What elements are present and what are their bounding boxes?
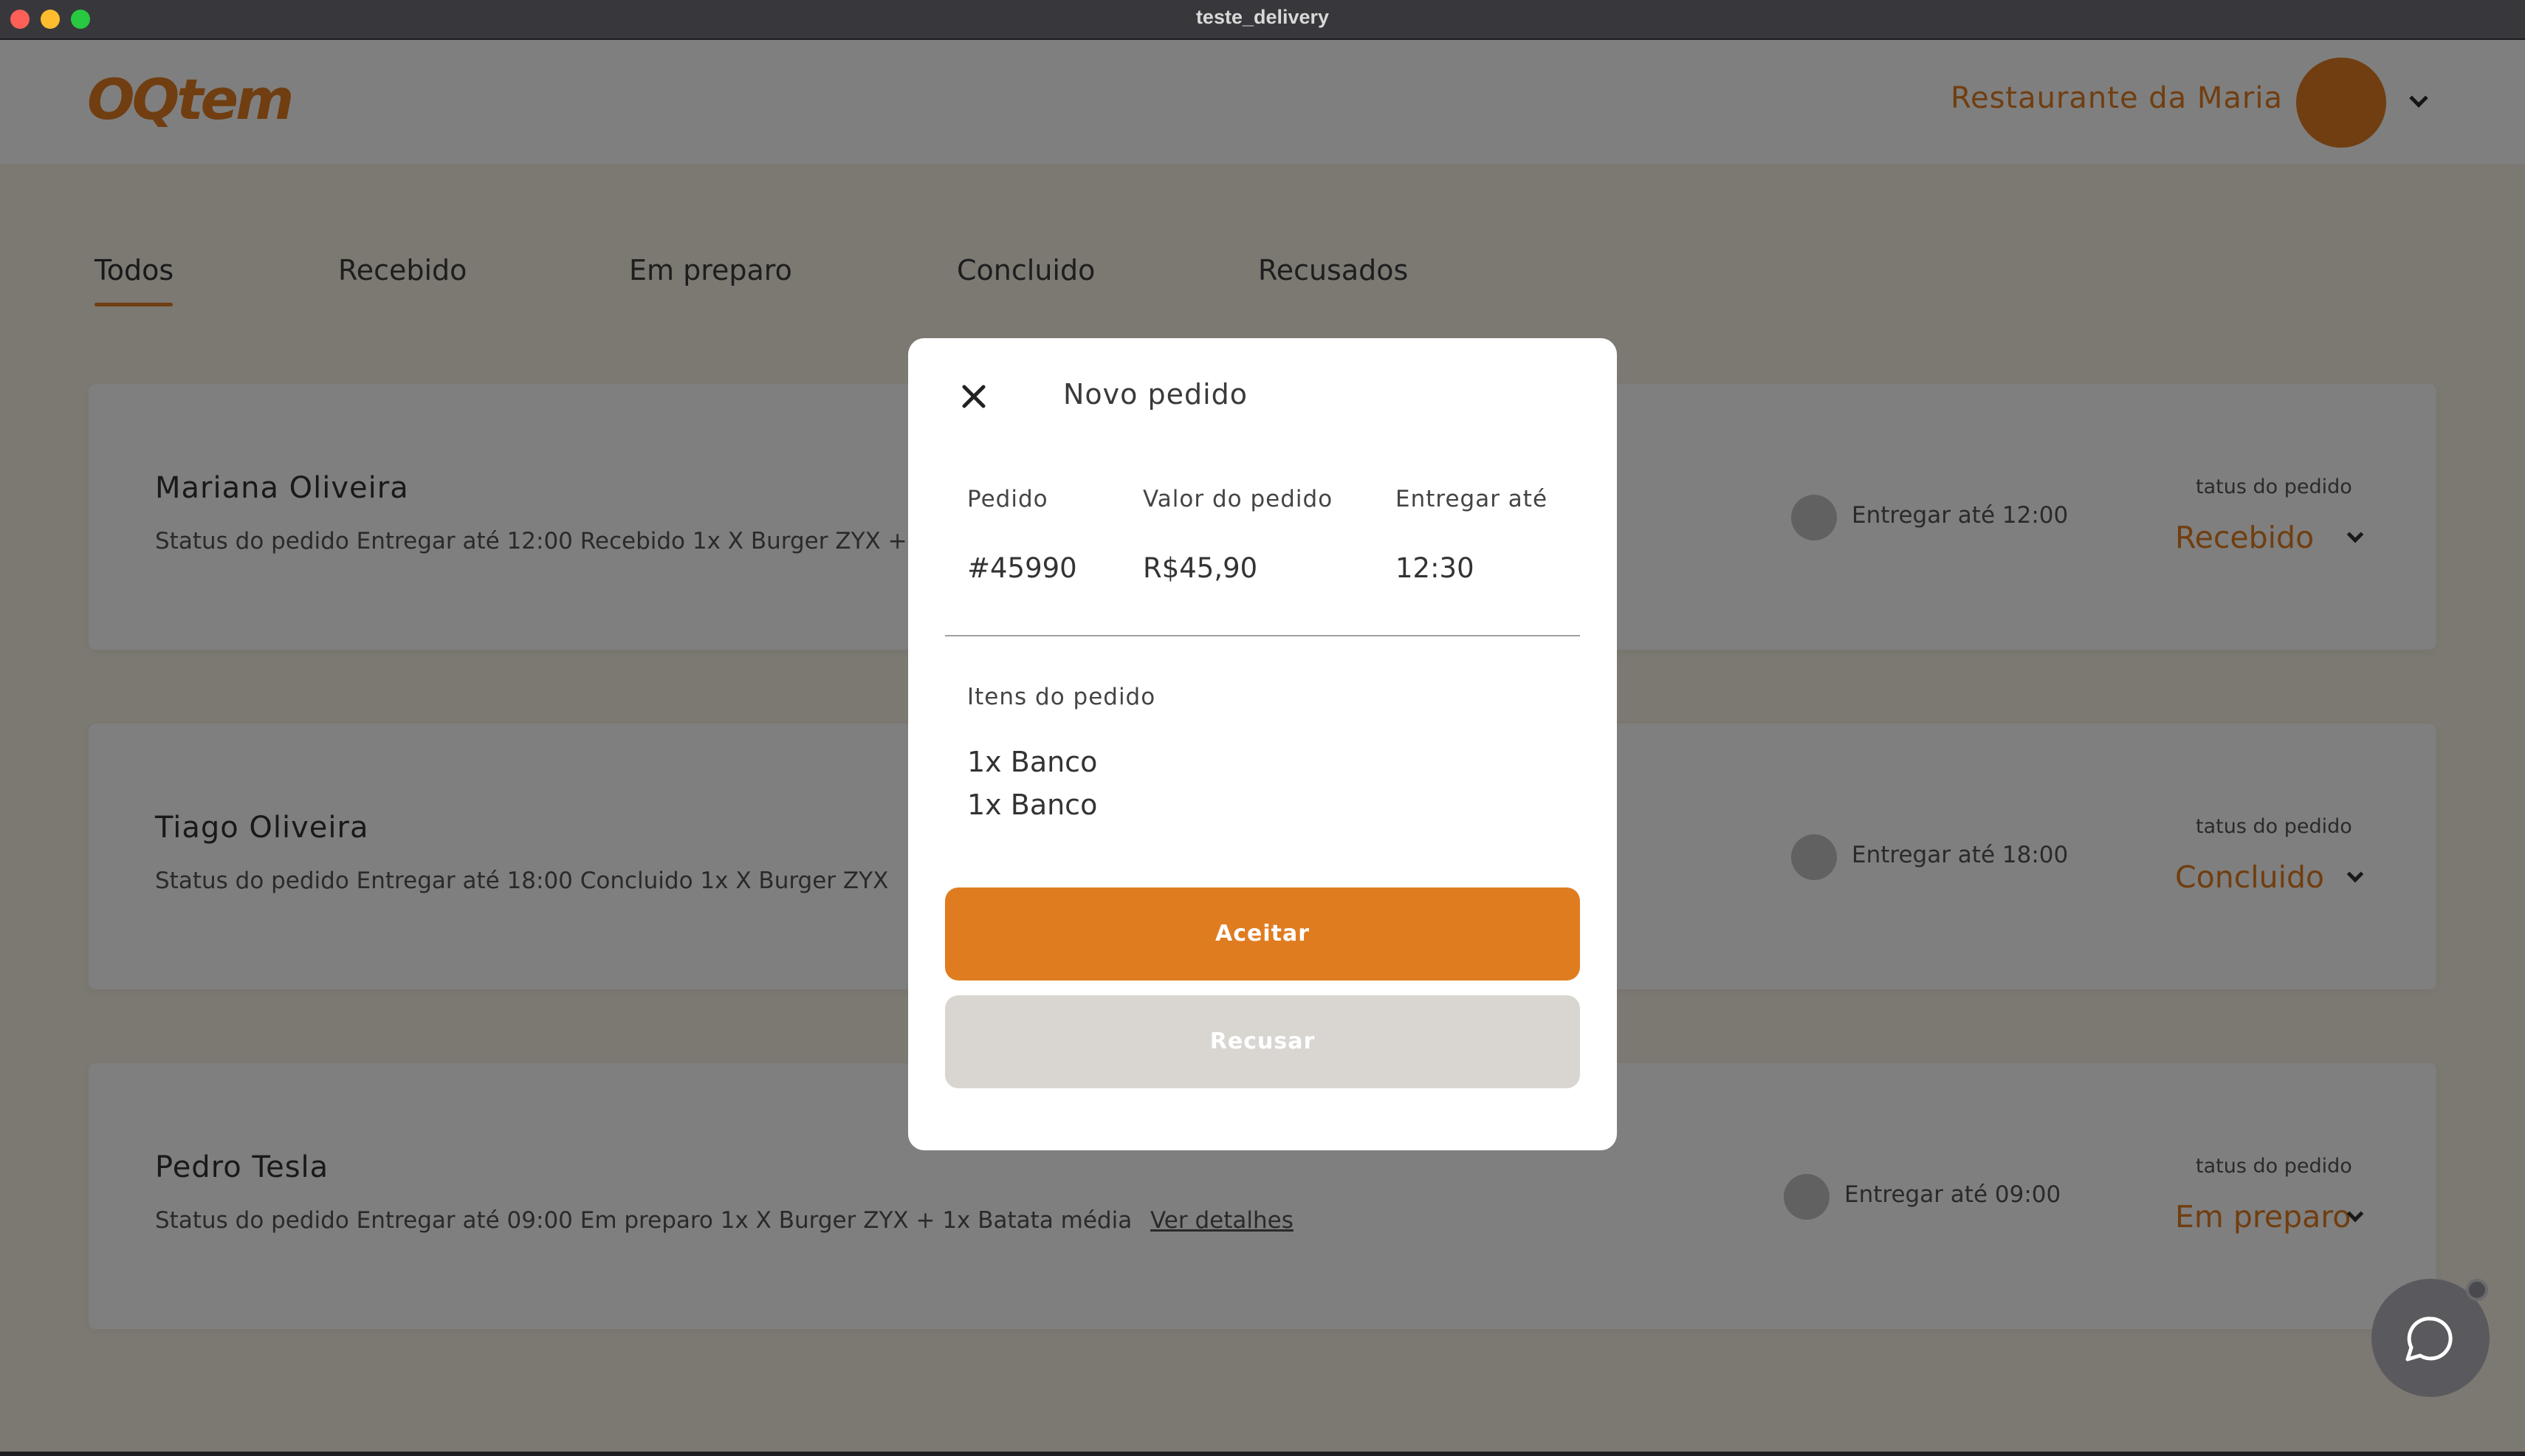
- close-modal-button[interactable]: [957, 380, 991, 413]
- modal-title: Novo pedido: [1063, 378, 1248, 411]
- window-title: teste_delivery: [1195, 6, 1330, 28]
- order-items-label: Itens do pedido: [967, 684, 1156, 710]
- order-total-label: Valor do pedido: [1143, 486, 1333, 512]
- new-order-modal: Novo pedido Pedido #45990 Valor do pedid…: [908, 338, 1617, 1150]
- window-titlebar: teste_delivery: [0, 0, 2525, 40]
- chat-badge: [2466, 1279, 2488, 1301]
- deliver-by-label: Entregar até: [1395, 486, 1548, 512]
- accept-button[interactable]: Aceitar: [945, 887, 1580, 981]
- order-item: 1x Banco: [967, 789, 1098, 821]
- order-item: 1x Banco: [967, 746, 1098, 778]
- order-number-value: #45990: [967, 552, 1077, 584]
- divider: [945, 635, 1580, 636]
- order-number-label: Pedido: [967, 486, 1048, 512]
- refuse-button[interactable]: Recusar: [945, 995, 1580, 1088]
- deliver-by-value: 12:30: [1395, 552, 1474, 584]
- order-total-value: R$45,90: [1143, 552, 1258, 584]
- close-icon: [962, 385, 986, 408]
